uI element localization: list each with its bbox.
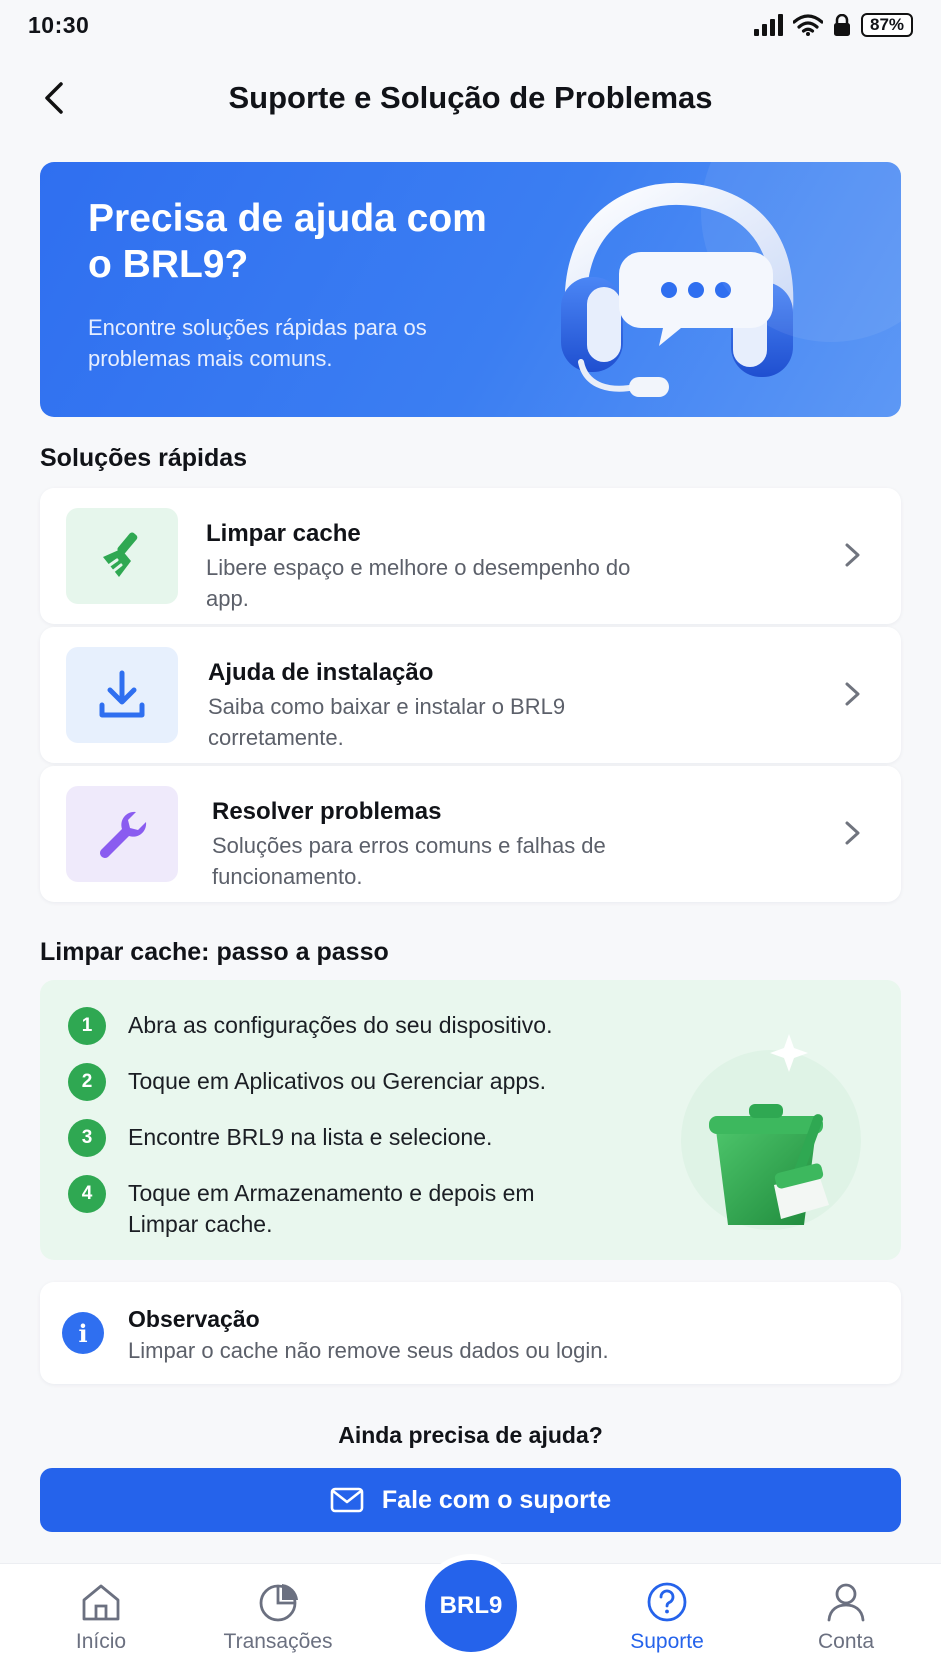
info-icon: i: [62, 1312, 104, 1354]
card-title: Limpar cache: [206, 520, 361, 547]
user-icon: [827, 1583, 865, 1622]
chevron-right-icon: [845, 821, 860, 845]
card-icon-wrapper: [66, 647, 178, 743]
nav-item-transacoes[interactable]: Transações: [208, 1582, 348, 1654]
card-description: Soluções para erros comuns e falhas de f…: [212, 833, 606, 889]
wrench-icon: [100, 811, 147, 858]
hero-subtitle: Encontre soluções rápidas para os proble…: [88, 315, 427, 371]
brl9-center-button[interactable]: BRL9: [425, 1560, 517, 1652]
note-title: Observação: [128, 1306, 260, 1332]
step-text: Toque em Armazenamento e depois em Limpa…: [128, 1180, 535, 1237]
home-icon: [82, 1584, 120, 1621]
status-icons: 87%: [753, 13, 913, 37]
help-prompt: Ainda precisa de ajuda?: [338, 1422, 603, 1448]
note-text: Limpar o cache não remove seus dados ou …: [128, 1338, 609, 1363]
page-title: Suporte e Solução de Problemas: [228, 80, 713, 115]
card-description: Libere espaço e melhore o desempenho do …: [206, 555, 631, 611]
trash-broom-icon: [681, 1034, 861, 1230]
nav-item-inicio[interactable]: Início: [31, 1582, 171, 1654]
quick-solution-installation-help[interactable]: Ajuda de instalação Saiba como baixar e …: [40, 627, 901, 763]
step-text: Encontre BRL9 na lista e selecione.: [128, 1124, 493, 1150]
chevron-left-icon: [45, 82, 63, 114]
quick-solutions-title: Soluções rápidas: [40, 444, 248, 472]
card-title: Ajuda de instalação: [208, 659, 434, 686]
bottom-nav: Início Transações BRL9 Suporte Conta: [0, 1560, 941, 1672]
step-text: Toque em Aplicativos ou Gerenciar apps.: [128, 1068, 547, 1094]
nav-item-suporte[interactable]: Suporte: [597, 1582, 737, 1654]
lock-icon: [834, 14, 850, 36]
step-text: Abra as configurações do seu dispositivo…: [128, 1012, 553, 1038]
steps-title: Limpar cache: passo a passo: [40, 938, 389, 966]
step-item: 3 Encontre BRL9 na lista e selecione.: [68, 1119, 608, 1157]
status-bar: 10:30 87%: [0, 0, 941, 50]
back-button[interactable]: [36, 80, 72, 116]
chevron-right-icon: [845, 682, 860, 706]
pie-chart-icon: [259, 1584, 298, 1622]
card-description: Saiba como baixar e instalar o BRL9 corr…: [208, 694, 566, 750]
nav-label: Início: [75, 1630, 127, 1653]
status-time: 10:30: [28, 11, 90, 38]
contact-support-button[interactable]: Fale com o suporte: [40, 1468, 901, 1532]
chevron-right-icon: [845, 543, 860, 567]
step-number: 1: [68, 1007, 106, 1045]
step-item: 2 Toque em Aplicativos ou Gerenciar apps…: [68, 1063, 608, 1101]
nav-label: Conta: [817, 1630, 875, 1653]
contact-support-label: Fale com o suporte: [381, 1485, 612, 1514]
headset-chat-icon: [561, 182, 794, 397]
nav-label: Transações: [223, 1630, 333, 1653]
step-item: 1 Abra as configurações do seu dispositi…: [68, 1007, 608, 1045]
nav-item-conta[interactable]: Conta: [776, 1582, 916, 1654]
download-icon: [99, 670, 145, 718]
quick-solution-troubleshoot[interactable]: Resolver problemas Soluções para erros c…: [40, 766, 901, 902]
help-circle-icon: [647, 1582, 687, 1622]
battery-indicator: 87%: [861, 13, 913, 37]
hero-title: Precisa de ajuda com o BRL9?: [88, 197, 487, 286]
mail-icon: [330, 1487, 364, 1513]
signal-icon: [754, 14, 783, 36]
wifi-icon: [793, 14, 823, 36]
card-icon-wrapper: [66, 508, 178, 604]
broom-icon: [103, 532, 138, 577]
card-icon-wrapper: [66, 786, 178, 882]
step-item: 4 Toque em Armazenamento e depois em Lim…: [68, 1175, 608, 1240]
step-number: 4: [68, 1175, 106, 1213]
nav-label: Suporte: [630, 1630, 704, 1653]
header: Suporte e Solução de Problemas: [0, 66, 941, 130]
note-box: i Observação Limpar o cache não remove s…: [40, 1282, 901, 1384]
steps-box: 1 Abra as configurações do seu dispositi…: [40, 980, 901, 1260]
step-number: 3: [68, 1119, 106, 1157]
card-title: Resolver problemas: [212, 798, 442, 825]
quick-solution-clear-cache[interactable]: Limpar cache Libere espaço e melhore o d…: [40, 488, 901, 624]
step-number: 2: [68, 1063, 106, 1101]
hero-banner: Precisa de ajuda com o BRL9? Encontre so…: [40, 162, 901, 417]
